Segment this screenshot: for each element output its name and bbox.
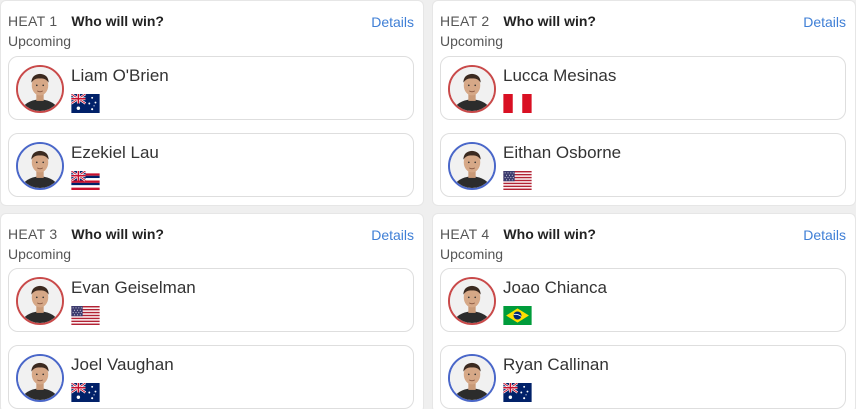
athlete-option[interactable]: Eithan Osborne bbox=[440, 133, 846, 197]
athlete-option[interactable]: Evan Geiselman bbox=[8, 268, 414, 332]
heat-question: Who will win? bbox=[71, 226, 164, 242]
heat-question: Who will win? bbox=[71, 13, 164, 29]
person-icon bbox=[450, 356, 494, 400]
person-icon bbox=[450, 144, 494, 188]
athlete-avatar bbox=[16, 65, 64, 113]
athlete-avatar bbox=[448, 354, 496, 402]
heat-label: HEAT 4 bbox=[440, 226, 490, 242]
person-icon bbox=[18, 67, 62, 111]
heat-header: HEAT 1 Who will win? bbox=[8, 13, 164, 29]
person-icon bbox=[18, 279, 62, 323]
athlete-option[interactable]: Ezekiel Lau bbox=[8, 133, 414, 197]
athlete-avatar bbox=[16, 277, 64, 325]
person-icon bbox=[450, 279, 494, 323]
person-icon bbox=[18, 356, 62, 400]
person-icon bbox=[450, 67, 494, 111]
australia-flag-icon bbox=[71, 383, 100, 402]
athlete-option[interactable]: Joao Chianca bbox=[440, 268, 846, 332]
heat-status: Upcoming bbox=[440, 246, 504, 262]
person-icon bbox=[18, 144, 62, 188]
heat-question: Who will win? bbox=[503, 13, 596, 29]
heat-header: HEAT 3 Who will win? bbox=[8, 226, 164, 242]
heat-card-2: HEAT 2 Who will win? Upcoming Details Lu… bbox=[432, 0, 856, 206]
australia-flag-icon bbox=[503, 383, 532, 402]
athlete-avatar bbox=[16, 142, 64, 190]
heat-header: HEAT 2 Who will win? bbox=[440, 13, 596, 29]
athlete-option[interactable]: Joel Vaughan bbox=[8, 345, 414, 409]
australia-flag-icon bbox=[71, 94, 100, 113]
heat-label: HEAT 1 bbox=[8, 13, 58, 29]
details-link[interactable]: Details bbox=[371, 14, 414, 30]
athlete-option[interactable]: Liam O'Brien bbox=[8, 56, 414, 120]
heat-status: Upcoming bbox=[8, 246, 72, 262]
heat-label: HEAT 2 bbox=[440, 13, 490, 29]
details-link[interactable]: Details bbox=[803, 14, 846, 30]
athlete-name: Eithan Osborne bbox=[503, 143, 622, 162]
heat-header: HEAT 4 Who will win? bbox=[440, 226, 596, 242]
athlete-avatar bbox=[448, 65, 496, 113]
athlete-name: Lucca Mesinas bbox=[503, 66, 617, 85]
heat-card-3: HEAT 3 Who will win? Upcoming Details Ev… bbox=[0, 213, 424, 409]
peru-flag-icon bbox=[503, 94, 532, 113]
details-link[interactable]: Details bbox=[803, 227, 846, 243]
usa-flag-icon bbox=[503, 171, 532, 190]
heat-status: Upcoming bbox=[8, 33, 72, 49]
athlete-avatar bbox=[448, 277, 496, 325]
athlete-name: Ryan Callinan bbox=[503, 355, 609, 374]
brazil-flag-icon bbox=[503, 306, 532, 325]
athlete-avatar bbox=[448, 142, 496, 190]
heat-status: Upcoming bbox=[440, 33, 504, 49]
athlete-name: Ezekiel Lau bbox=[71, 143, 159, 162]
athlete-option[interactable]: Lucca Mesinas bbox=[440, 56, 846, 120]
athlete-name: Joel Vaughan bbox=[71, 355, 174, 374]
usa-flag-icon bbox=[71, 306, 100, 325]
athlete-name: Joao Chianca bbox=[503, 278, 607, 297]
heat-card-1: HEAT 1 Who will win? Upcoming Details Li… bbox=[0, 0, 424, 206]
heat-card-4: HEAT 4 Who will win? Upcoming Details Jo… bbox=[432, 213, 856, 409]
details-link[interactable]: Details bbox=[371, 227, 414, 243]
athlete-avatar bbox=[16, 354, 64, 402]
athlete-name: Liam O'Brien bbox=[71, 66, 169, 85]
heat-label: HEAT 3 bbox=[8, 226, 58, 242]
athlete-name: Evan Geiselman bbox=[71, 278, 196, 297]
hawaii-flag-icon bbox=[71, 171, 100, 190]
heat-question: Who will win? bbox=[503, 226, 596, 242]
athlete-option[interactable]: Ryan Callinan bbox=[440, 345, 846, 409]
